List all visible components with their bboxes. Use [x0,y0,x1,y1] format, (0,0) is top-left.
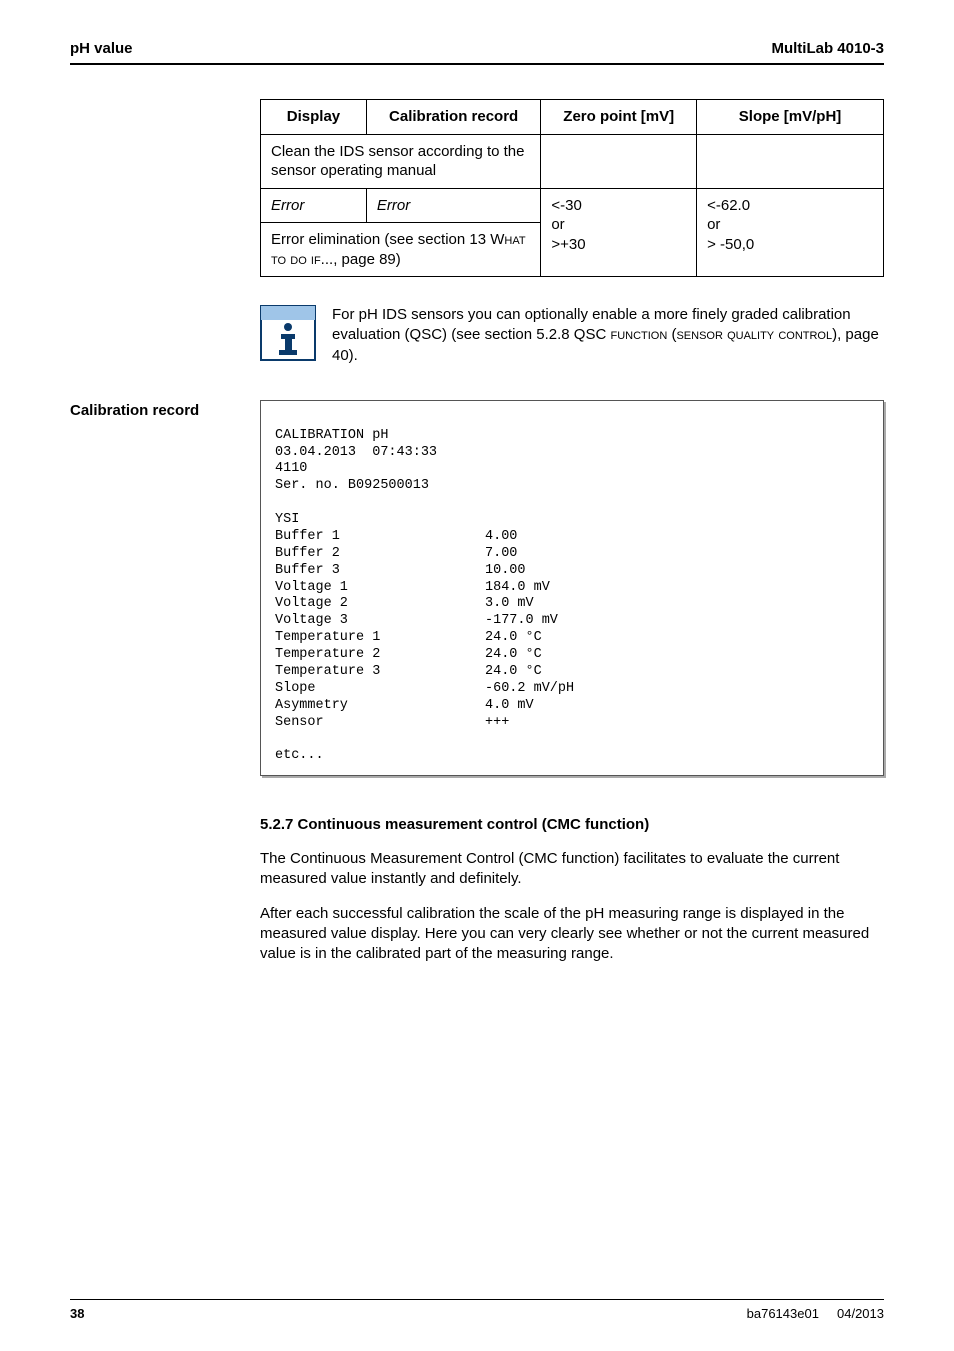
page-footer: 38 ba76143e01 04/2013 [70,1299,884,1322]
th-calibration-record: Calibration record [366,100,540,135]
rec-v: 24.0 °C [485,664,542,681]
footer-date: 04/2013 [837,1306,884,1321]
rec-v: 184.0 mV [485,580,550,597]
paragraph: After each successful calibration the sc… [260,904,884,965]
error-display-cell: Error [261,188,367,223]
rec-k: YSI [275,512,485,529]
header-rule [70,63,884,65]
rec-head2: 03.04.2013 07:43:33 [275,445,437,460]
rec-v: 4.0 mV [485,698,534,715]
header-right: MultiLab 4010-3 [771,40,884,57]
rec-v: 24.0 °C [485,630,542,647]
empty-cell [697,134,884,188]
subsection-title: 5.2.7 Continuous measurement control (CM… [260,816,884,833]
rec-v: 24.0 °C [485,647,542,664]
rec-k: Buffer 1 [275,529,485,546]
rec-v: 7.00 [485,546,517,563]
zero-point-cell: <-30 or >+30 [541,188,697,277]
page-header: pH value MultiLab 4010-3 [70,40,884,57]
error-elim-pre: Error elimination (see section 13 [271,231,490,248]
info-icon [260,305,316,361]
th-slope: Slope [mV/pH] [697,100,884,135]
rec-head4: Ser. no. B092500013 [275,478,429,493]
empty-cell [541,134,697,188]
error-elim-post: , page 89) [333,251,401,268]
info-smallcaps: function (sensor quality control) [610,326,837,343]
rec-k: Voltage 1 [275,580,485,597]
rec-k: Slope [275,681,485,698]
rec-k: Asymmetry [275,698,485,715]
rec-v: 3.0 mV [485,596,534,613]
rec-v: 4.00 [485,529,517,546]
rec-head1: CALIBRATION pH [275,428,388,443]
rec-k: Voltage 3 [275,613,485,630]
error-elimination-cell: Error elimination (see section 13 What t… [261,223,541,277]
rec-k: Buffer 2 [275,546,485,563]
rec-k: Temperature 3 [275,664,485,681]
side-label-calibration-record: Calibration record [70,402,199,419]
table-row: Error Error <-30 or >+30 <-62.0 or > -50… [261,188,884,223]
th-zero-point: Zero point [mV] [541,100,697,135]
error-record-cell: Error [366,188,540,223]
rec-v: -177.0 mV [485,613,558,630]
rec-k: Temperature 2 [275,647,485,664]
th-display: Display [261,100,367,135]
footer-doc: ba76143e01 [747,1306,819,1321]
paragraph: The Continuous Measurement Control (CMC … [260,849,884,890]
rec-etc: etc... [275,748,324,763]
rec-k: Sensor [275,715,485,732]
page-number: 38 [70,1306,84,1321]
rec-v: 10.00 [485,563,526,580]
calibration-record-box: CALIBRATION pH 03.04.2013 07:43:33 4110 … [260,400,884,776]
info-text: For pH IDS sensors you can optionally en… [332,305,884,366]
rec-v: -60.2 mV/pH [485,681,574,698]
slope-cell: <-62.0 or > -50,0 [697,188,884,277]
info-note: For pH IDS sensors you can optionally en… [260,305,884,366]
footer-rule [70,1299,884,1301]
clean-sensor-cell: Clean the IDS sensor according to the se… [261,134,541,188]
table-header-row: Display Calibration record Zero point [m… [261,100,884,135]
rec-k: Temperature 1 [275,630,485,647]
rec-k: Voltage 2 [275,596,485,613]
calibration-table: Display Calibration record Zero point [m… [260,99,884,277]
header-left: pH value [70,40,133,57]
rec-v: +++ [485,715,509,732]
rec-head3: 4110 [275,461,307,476]
table-row: Clean the IDS sensor according to the se… [261,134,884,188]
rec-k: Buffer 3 [275,563,485,580]
